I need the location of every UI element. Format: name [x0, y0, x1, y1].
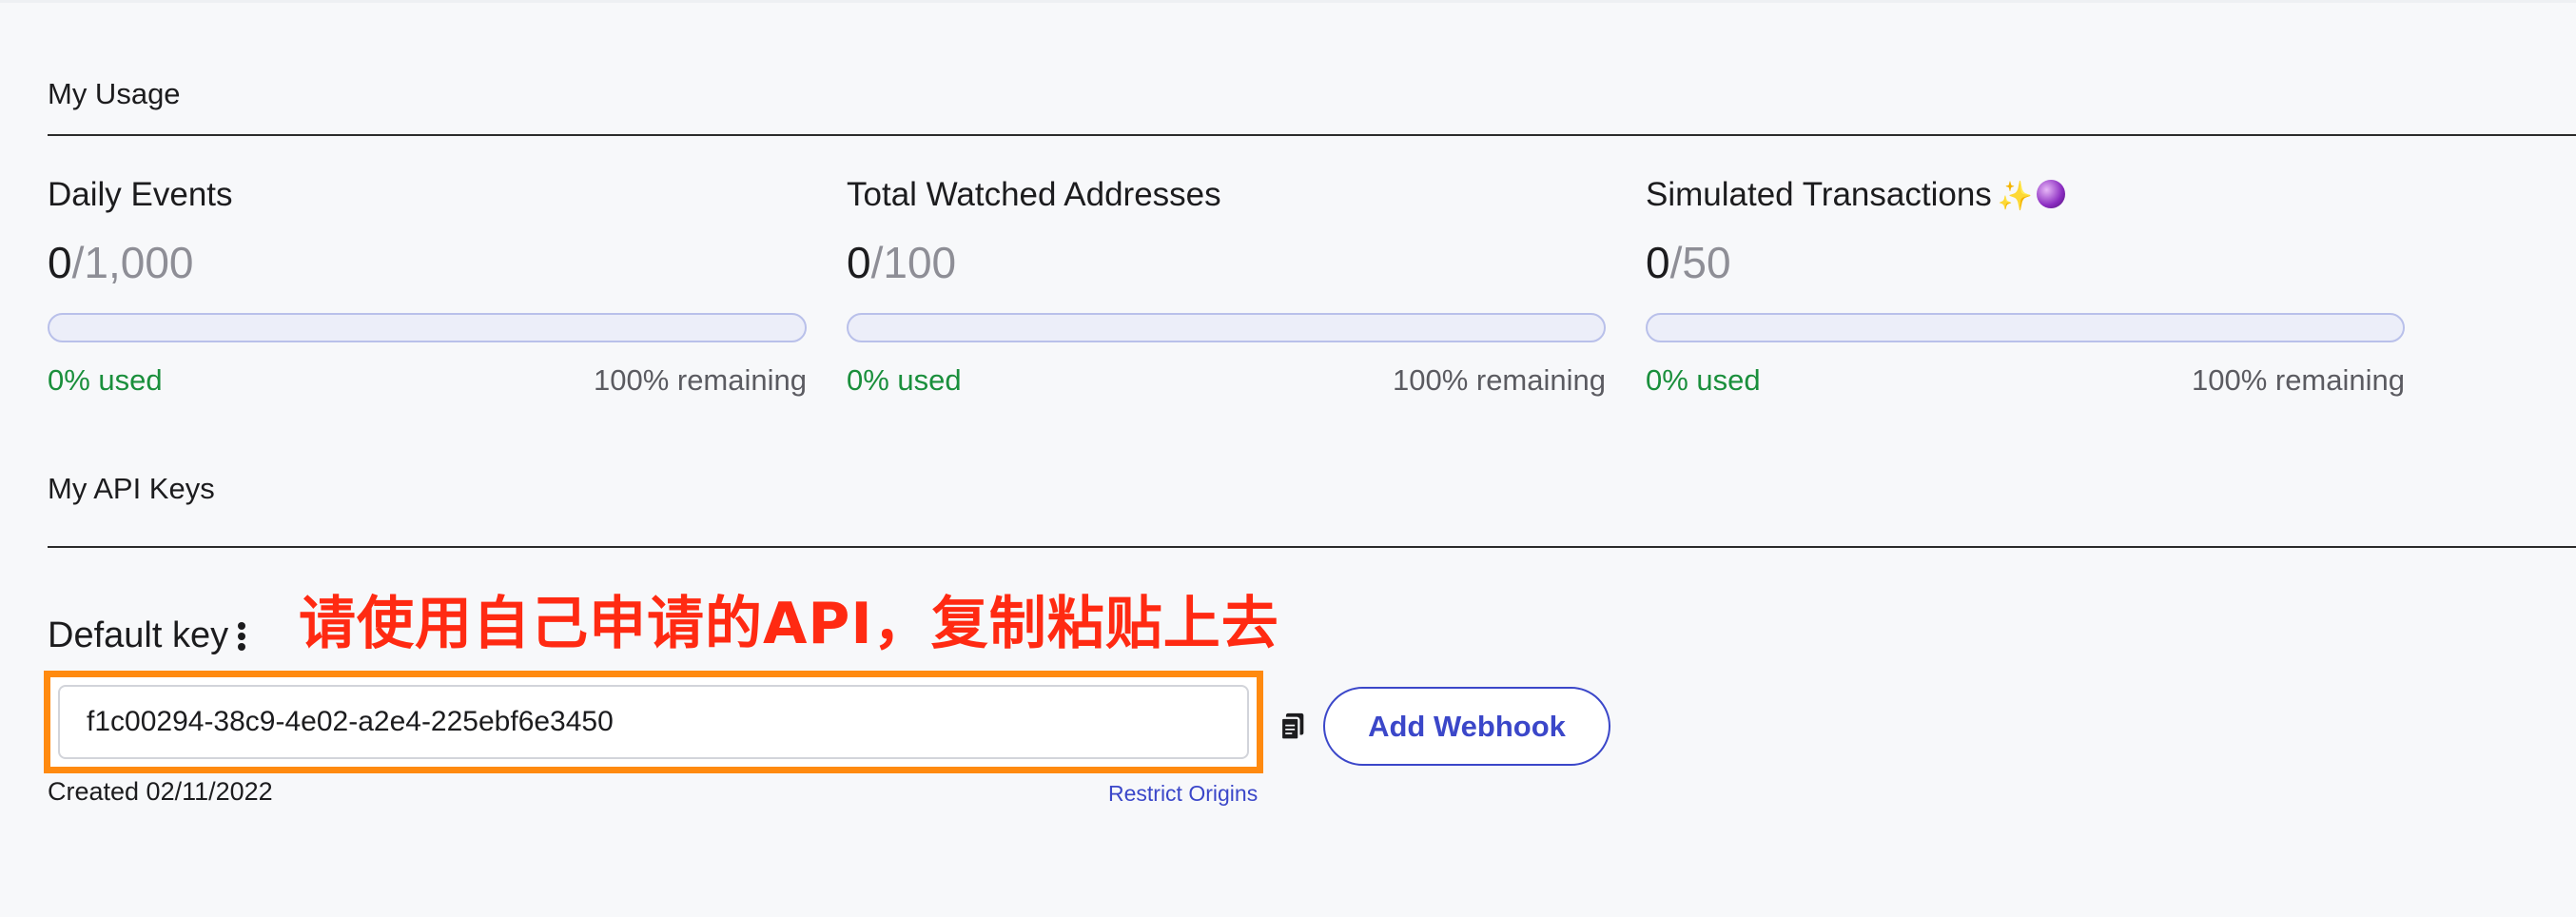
- stat-label: Simulated Transactions: [1646, 176, 1992, 213]
- usage-stat-simulated-transactions: Simulated Transactions ✨ 0/50 0% used 100…: [1646, 174, 2407, 400]
- usage-section-title: My Usage: [48, 77, 181, 110]
- stat-used-text: 0% used: [847, 363, 962, 397]
- stat-remaining-text: 100% remaining: [1392, 363, 1606, 397]
- add-webhook-button[interactable]: Add Webhook: [1323, 687, 1610, 766]
- usage-stat-daily-events: Daily Events 0/1,000 0% used 100% remain…: [48, 174, 809, 400]
- api-keys-divider: [48, 546, 2576, 548]
- default-key-label: Default key: [48, 615, 229, 655]
- usage-progress-bar: [847, 313, 1606, 342]
- stat-current: 0: [847, 238, 871, 287]
- stat-remaining-text: 100% remaining: [593, 363, 807, 397]
- annotation-text: 请使用自己申请的API，复制粘贴上去: [299, 591, 1279, 657]
- default-key-header: Default key: [48, 615, 246, 656]
- stat-footer: 0% used 100% remaining: [847, 361, 1606, 400]
- stat-current: 0: [1646, 238, 1670, 287]
- api-keys-section-title: My API Keys: [48, 472, 215, 505]
- stat-label: Total Watched Addresses: [847, 176, 1221, 213]
- stat-used-text: 0% used: [1646, 363, 1761, 397]
- usage-stat-watched-addresses: Total Watched Addresses 0/100 0% used 10…: [847, 174, 1608, 400]
- restrict-origins-link[interactable]: Restrict Origins: [1108, 781, 1258, 807]
- kebab-menu-icon[interactable]: [238, 621, 246, 651]
- stat-value: 0/100: [847, 239, 1608, 286]
- stat-value: 0/1,000: [48, 239, 809, 286]
- page: My Usage Daily Events 0/1,000 0% used 10…: [0, 0, 2576, 917]
- stat-remaining-text: 100% remaining: [2191, 363, 2405, 397]
- stat-footer: 0% used 100% remaining: [1646, 361, 2405, 400]
- usage-progress-bar: [1646, 313, 2405, 342]
- stat-limit: /1,000: [71, 238, 194, 287]
- stat-label: Daily Events: [48, 176, 233, 213]
- usage-divider: [48, 134, 2576, 136]
- usage-progress-bar: [48, 313, 807, 342]
- stat-used-text: 0% used: [48, 363, 163, 397]
- annotation-highlight-box: [44, 671, 1263, 773]
- stat-value: 0/50: [1646, 239, 2407, 286]
- key-created-date: Created 02/11/2022: [48, 777, 273, 806]
- stat-current: 0: [48, 238, 72, 287]
- stat-label-row: Simulated Transactions ✨: [1646, 174, 2407, 216]
- copy-icon[interactable]: [1277, 711, 1309, 743]
- sparkles-icon: ✨: [1997, 181, 2034, 212]
- crystal-ball-icon: [2037, 180, 2066, 208]
- api-key-field[interactable]: [58, 685, 1249, 759]
- stat-limit: /100: [870, 238, 957, 287]
- stat-footer: 0% used 100% remaining: [48, 361, 807, 400]
- stat-limit: /50: [1669, 238, 1731, 287]
